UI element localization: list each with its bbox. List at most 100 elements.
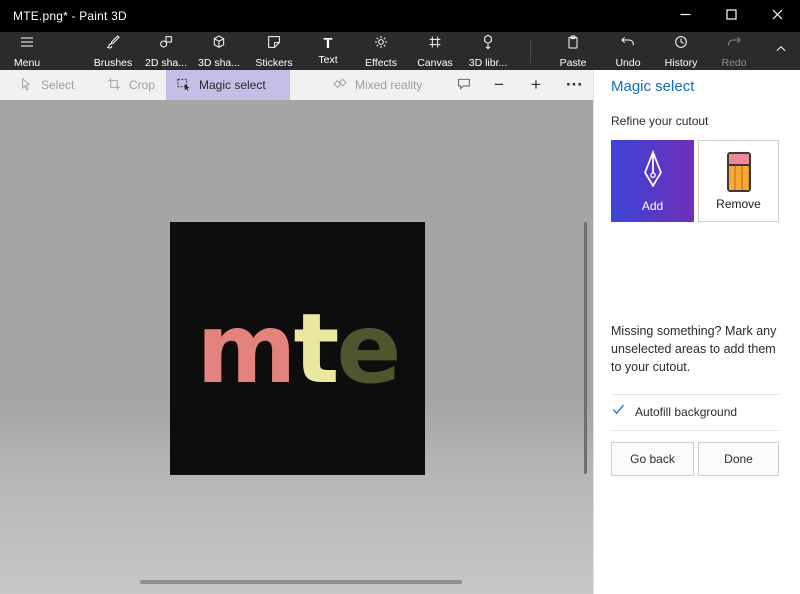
window-title: MTE.png* - Paint 3D: [0, 9, 127, 23]
subtoolbar-item-mixed-reality[interactable]: Mixed reality: [322, 70, 432, 100]
paste-icon: [565, 34, 581, 55]
collapse-ribbon-button[interactable]: [768, 32, 794, 70]
panel-divider: [611, 394, 779, 395]
autofill-background-label: Autofill background: [635, 405, 737, 419]
toolbar-item-2d-shapes[interactable]: 2D sha...: [139, 32, 193, 70]
vertical-scrollbar[interactable]: [584, 222, 587, 474]
crop-icon: [106, 76, 122, 95]
callout-icon: [456, 76, 472, 95]
toolbar-item-label: Paste: [560, 57, 587, 69]
stickers-icon: [266, 34, 282, 55]
redo-icon: [726, 34, 742, 55]
text-tool-icon: T: [323, 36, 332, 52]
toolbar-item-label: Text: [318, 54, 337, 66]
refine-cutout-label: Refine your cutout: [611, 114, 708, 128]
toolbar-item-label: 3D sha...: [198, 57, 240, 69]
toolbar-item-stickers[interactable]: Stickers: [247, 32, 301, 70]
toolbar-item-redo[interactable]: Redo: [707, 32, 761, 70]
subtoolbar-item-label: Mixed reality: [355, 78, 422, 92]
remove-button[interactable]: Remove: [698, 140, 779, 222]
maximize-icon: [726, 7, 737, 25]
toolbar-item-3d-shapes[interactable]: 3D sha...: [192, 32, 246, 70]
panel-divider: [611, 430, 779, 431]
subtoolbar-item-select[interactable]: Select: [8, 70, 84, 100]
hamburger-icon: [19, 34, 35, 55]
go-back-button[interactable]: Go back: [611, 442, 694, 476]
toolbar-item-label: Redo: [721, 57, 746, 69]
window-controls: [662, 0, 800, 32]
canvas-area[interactable]: mte: [0, 100, 593, 594]
more-options-button[interactable]: ···: [556, 70, 593, 100]
toolbar-item-label: Effects: [365, 57, 397, 69]
2d-shapes-icon: [158, 34, 174, 55]
panel-title: Magic select: [611, 78, 694, 95]
done-button-label: Done: [724, 452, 753, 466]
toolbar-item-label: 2D sha...: [145, 57, 187, 69]
toolbar-item-3d-library[interactable]: 3D libr...: [461, 32, 515, 70]
main-toolbar: Menu Brushes 2D sha... 3D sha... Sticker…: [0, 32, 800, 70]
canvas-letter: m: [196, 293, 293, 405]
toolbar-item-label: Undo: [615, 57, 640, 69]
subtoolbar-item-label: Magic select: [199, 78, 266, 92]
3d-shapes-icon: [211, 34, 227, 55]
minimize-button[interactable]: [662, 0, 708, 32]
autofill-background-checkbox[interactable]: Autofill background: [611, 400, 737, 424]
minimize-icon: [680, 7, 691, 25]
maximize-button[interactable]: [708, 0, 754, 32]
add-button-label: Add: [642, 199, 663, 213]
canvas-letter: t: [294, 293, 337, 405]
ellipsis-icon: ···: [566, 70, 583, 100]
eraser-icon: [727, 152, 751, 192]
canvas-image[interactable]: mte: [170, 222, 425, 475]
close-button[interactable]: [754, 0, 800, 32]
toolbar-item-label: Canvas: [417, 57, 453, 69]
toolbar-item-label: Menu: [14, 57, 40, 69]
toolbar-item-undo[interactable]: Undo: [601, 32, 655, 70]
toolbar-item-canvas[interactable]: Canvas: [408, 32, 462, 70]
chevron-up-icon: [774, 42, 788, 61]
add-pen-icon: [638, 149, 668, 194]
subtoolbar-item-magic-select[interactable]: Magic select: [166, 70, 290, 100]
remove-button-label: Remove: [716, 197, 761, 211]
toolbar-item-text[interactable]: T Text: [301, 32, 355, 70]
checkmark-icon: [611, 402, 626, 422]
toolbar-item-history[interactable]: History: [654, 32, 708, 70]
go-back-button-label: Go back: [630, 452, 675, 466]
toolbar-item-brushes[interactable]: Brushes: [86, 32, 140, 70]
3d-library-icon: [480, 34, 496, 55]
mte-artwork: mte: [196, 301, 398, 397]
canvas-icon: [427, 34, 443, 55]
zoom-in-button[interactable]: +: [521, 70, 551, 100]
horizontal-scrollbar[interactable]: [140, 580, 462, 584]
paint3d-window: MTE.png* - Paint 3D Menu Brushes 2D sha.…: [0, 0, 800, 594]
callout-tool-button[interactable]: [446, 70, 482, 100]
magic-select-toolbar: Select Crop Magic select Mixed reality −…: [0, 70, 593, 100]
done-button[interactable]: Done: [698, 442, 779, 476]
toolbar-item-paste[interactable]: Paste: [546, 32, 600, 70]
select-cursor-icon: [18, 76, 34, 95]
mixed-reality-icon: [332, 76, 348, 95]
toolbar-item-label: History: [665, 57, 698, 69]
close-icon: [772, 7, 783, 25]
toolbar-separator: [530, 39, 531, 63]
toolbar-item-label: Brushes: [94, 57, 133, 69]
missing-something-hint: Missing something? Mark any unselected a…: [611, 322, 787, 376]
plus-icon: +: [531, 70, 541, 100]
history-clock-icon: [673, 34, 689, 55]
subtoolbar-item-label: Select: [41, 78, 74, 92]
effects-icon: [373, 34, 389, 55]
toolbar-item-menu[interactable]: Menu: [4, 32, 50, 70]
toolbar-item-label: 3D libr...: [469, 57, 508, 69]
magic-select-icon: [176, 76, 192, 95]
canvas-letter: e: [336, 293, 398, 405]
subtoolbar-item-crop[interactable]: Crop: [96, 70, 165, 100]
undo-icon: [620, 34, 636, 55]
zoom-out-button[interactable]: −: [484, 70, 514, 100]
brush-icon: [105, 34, 121, 55]
minus-icon: −: [494, 70, 504, 100]
toolbar-item-effects[interactable]: Effects: [354, 32, 408, 70]
magic-select-panel: Magic select Refine your cutout Add Remo…: [593, 70, 800, 594]
add-button[interactable]: Add: [611, 140, 694, 222]
titlebar: MTE.png* - Paint 3D: [0, 0, 800, 32]
subtoolbar-item-label: Crop: [129, 78, 155, 92]
